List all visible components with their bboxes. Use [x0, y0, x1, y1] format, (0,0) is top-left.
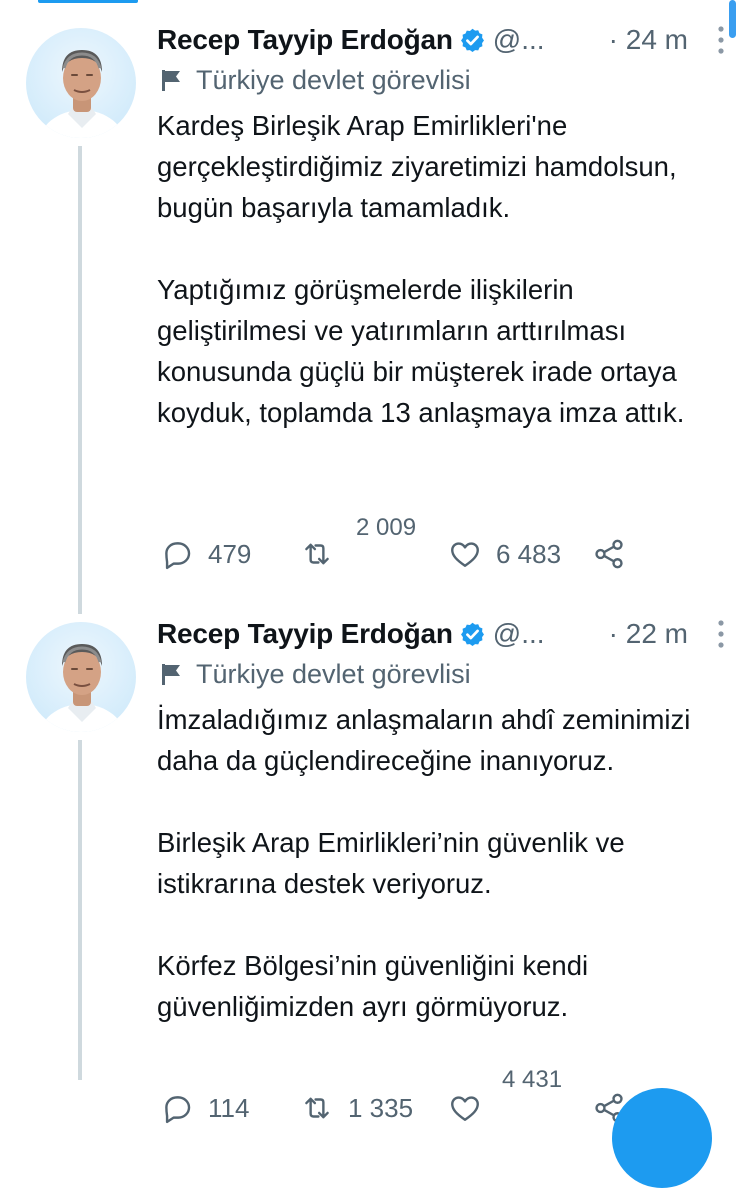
timestamp[interactable]: · 22 m — [609, 618, 688, 650]
tweet-paragraph: Yaptığımız görüşmelerde ilişkilerin geli… — [157, 274, 685, 428]
reply-button[interactable]: 114 — [160, 1086, 249, 1130]
retweet-count: 1 335 — [348, 1092, 414, 1123]
reply-icon — [165, 542, 191, 570]
tweet-text: Kardeş Birleşik Arap Emirlikleri'ne gerç… — [157, 105, 717, 433]
flag-icon — [162, 70, 180, 91]
tweet-paragraph: Kardeş Birleşik Arap Emirlikleri'ne gerç… — [157, 110, 677, 223]
verified-badge-icon — [460, 622, 484, 646]
handle[interactable]: @... — [493, 618, 545, 650]
tweet-header: Recep Tayyip Erdoğan @... · 24 m — [157, 20, 724, 60]
more-icon[interactable] — [716, 618, 726, 650]
tweet-actions: 479 6 483 — [160, 532, 640, 580]
retweet-icon — [305, 543, 329, 565]
timestamp[interactable]: · 24 m — [609, 24, 688, 56]
government-label: Türkiye devlet görevlisi — [160, 656, 471, 692]
tweet-paragraph: Birleşik Arap Emirlikleri’nin güvenlik v… — [157, 827, 625, 899]
tweet-text: İmzaladığımız anlaşmaların ahdî zeminimi… — [157, 699, 717, 1027]
tweet-actions: 114 1 335 — [160, 1086, 640, 1134]
tweet-header: Recep Tayyip Erdoğan @... · 22 m — [157, 614, 724, 654]
avatar[interactable] — [26, 622, 136, 732]
retweet-button[interactable]: 1 335 — [300, 1086, 413, 1130]
share-icon — [595, 539, 623, 569]
tweet-paragraph: Körfez Bölgesi’nin güvenliğini kendi güv… — [157, 950, 589, 1022]
tweet[interactable]: Recep Tayyip Erdoğan @... · 22 m Türkiye… — [0, 594, 740, 1124]
like-button[interactable]: 6 483 — [448, 532, 561, 576]
tweet[interactable]: Recep Tayyip Erdoğan @... · 24 m Türkiye… — [0, 0, 740, 600]
like-button[interactable] — [448, 1086, 482, 1130]
share-button[interactable] — [592, 532, 626, 576]
avatar[interactable] — [26, 28, 136, 138]
more-icon[interactable] — [716, 24, 726, 56]
retweet-button[interactable] — [300, 532, 334, 576]
handle[interactable]: @... — [493, 24, 545, 56]
avatar-portrait-icon — [39, 50, 125, 138]
flag-icon — [162, 664, 180, 685]
reply-count: 114 — [208, 1092, 250, 1123]
verified-badge-icon — [460, 28, 484, 52]
avatar-portrait-icon — [39, 644, 125, 732]
compose-tweet-button[interactable] — [612, 1088, 712, 1188]
government-label: Türkiye devlet görevlisi — [160, 62, 471, 98]
like-count: 6 483 — [496, 538, 562, 569]
like-icon — [451, 542, 479, 567]
tweet-paragraph: İmzaladığımız anlaşmaların ahdî zeminimi… — [157, 704, 691, 776]
government-label-text: Türkiye devlet görevlisi — [196, 658, 471, 689]
display-name[interactable]: Recep Tayyip Erdoğan — [157, 24, 453, 56]
reply-count: 479 — [208, 538, 252, 569]
government-label-text: Türkiye devlet görevlisi — [196, 64, 471, 95]
display-name[interactable]: Recep Tayyip Erdoğan — [157, 618, 453, 650]
reply-button[interactable]: 479 — [160, 532, 251, 576]
